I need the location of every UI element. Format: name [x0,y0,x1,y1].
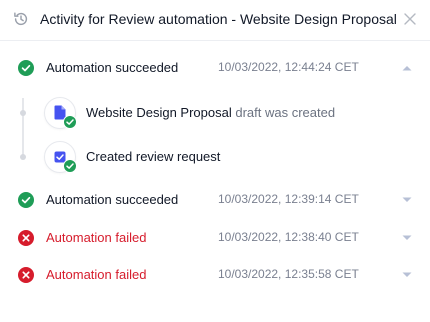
run-timestamp: 10/03/2022, 12:44:24 CET [218,60,359,74]
history-icon [14,12,28,26]
timeline-event: Website Design Proposal draft was create… [44,97,404,129]
timeline-event: Created review request [44,141,404,173]
success-check-icon [18,60,34,76]
chevron-down-icon[interactable] [402,197,412,203]
chevron-up-icon[interactable] [402,65,412,71]
event-document-name[interactable]: Website Design Proposal [86,105,232,120]
timeline-dot [20,154,26,160]
timeline-dot [20,110,26,116]
activity-row[interactable]: Automation succeeded 10/03/2022, 12:39:1… [0,189,430,211]
activity-panel: Activity for Review automation - Website… [0,0,430,322]
timeline-connector [22,98,24,158]
run-timestamp: 10/03/2022, 12:39:14 CET [218,192,359,206]
chevron-down-icon[interactable] [402,272,412,278]
run-status-label: Automation failed [46,230,147,245]
run-status-label: Automation succeeded [46,192,179,207]
event-text: Created review request [86,149,220,164]
failure-x-icon [18,267,34,283]
run-timestamp: 10/03/2022, 12:35:58 CET [218,267,359,281]
chevron-down-icon[interactable] [402,235,412,241]
activity-row[interactable]: Automation failed 10/03/2022, 12:35:58 C… [0,264,430,286]
activity-row[interactable]: Automation failed 10/03/2022, 12:38:40 C… [0,227,430,249]
panel-header: Activity for Review automation - Website… [0,0,430,41]
event-description: draft was created [235,105,336,120]
activity-row[interactable]: Automation succeeded 10/03/2022, 12:44:2… [0,57,430,79]
panel-title: Activity for Review automation - Website… [40,11,397,27]
success-check-icon [63,159,77,173]
event-text: Website Design Proposal draft was create… [86,105,335,120]
success-check-icon [63,115,77,129]
run-timestamp: 10/03/2022, 12:38:40 CET [218,230,359,244]
event-title: Created review request [86,149,221,164]
run-status-label: Automation failed [46,267,147,282]
failure-x-icon [18,230,34,246]
success-check-icon [18,192,34,208]
run-status-label: Automation succeeded [46,60,179,75]
close-icon[interactable] [404,13,416,25]
